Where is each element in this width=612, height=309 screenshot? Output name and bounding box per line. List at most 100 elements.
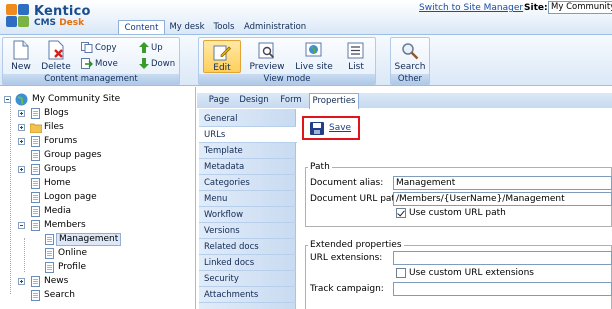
- view-mode-group: Edit Preview Live site List View mode: [198, 37, 376, 85]
- new-document-icon: [13, 40, 29, 60]
- logo-subtitle: CMS Desk: [34, 18, 85, 28]
- tab-content[interactable]: Content: [118, 20, 165, 35]
- document-icon: [45, 248, 54, 259]
- document-icon: [31, 290, 40, 301]
- delete-button-label: Delete: [41, 62, 71, 72]
- nav-categories[interactable]: Categories: [199, 175, 296, 191]
- document-icon: [31, 220, 40, 231]
- document-icon: [31, 192, 40, 203]
- expand-toggle-icon[interactable]: [18, 110, 25, 117]
- document-icon: [31, 136, 40, 147]
- tree-connector: [10, 100, 11, 294]
- document-icon: [31, 178, 40, 189]
- document-icon: [31, 150, 40, 161]
- other-group: Search Other: [390, 37, 430, 85]
- nav-general[interactable]: General: [199, 111, 296, 127]
- edit-pencil-icon: [213, 45, 231, 61]
- tree-item-label: Online: [58, 248, 88, 258]
- expand-toggle-icon[interactable]: [18, 138, 25, 145]
- save-button[interactable]: Save: [302, 116, 360, 140]
- preview-icon: [258, 42, 275, 59]
- down-button[interactable]: Down: [139, 58, 175, 70]
- tree-root-label: My Community Site: [32, 94, 121, 104]
- document-icon: [31, 206, 40, 217]
- tab-my-desk[interactable]: My desk: [168, 20, 206, 34]
- collapse-toggle-icon[interactable]: [18, 222, 25, 229]
- use-custom-url-extensions-checkbox[interactable]: [396, 268, 406, 278]
- tab-page[interactable]: Page: [205, 93, 233, 108]
- live-site-globe-icon: [305, 42, 322, 57]
- list-button[interactable]: List: [341, 40, 371, 72]
- document-icon: [31, 276, 40, 287]
- nav-security[interactable]: Security: [199, 271, 296, 287]
- other-label: Other: [391, 74, 429, 84]
- tree-item-label: News: [44, 276, 69, 286]
- edit-label: Edit: [213, 63, 231, 73]
- document-icon: [45, 234, 54, 245]
- arrow-down-icon: [139, 58, 149, 69]
- nav-workflow[interactable]: Workflow: [199, 207, 296, 223]
- edit-mode-tabs: Page Design Form Properties: [197, 93, 612, 109]
- search-button[interactable]: Search: [393, 40, 427, 72]
- arrow-up-icon: [139, 42, 149, 53]
- expand-toggle-icon[interactable]: [18, 124, 25, 131]
- tree-item-label-selected: Management: [56, 233, 122, 246]
- kentico-logo[interactable]: Kentico CMS Desk: [6, 4, 114, 30]
- track-campaign-label: Track campaign:: [310, 284, 384, 294]
- tree-item-label: Forums: [44, 136, 78, 146]
- switch-to-site-manager-link[interactable]: Switch to Site Manager: [419, 3, 523, 13]
- nav-linked-docs[interactable]: Linked docs: [199, 255, 296, 271]
- document-icon: [31, 164, 40, 175]
- content-management-group: New Delete Copy Move Up Down Content man…: [2, 37, 180, 85]
- tab-form[interactable]: Form: [277, 93, 305, 108]
- expand-toggle-icon[interactable]: [18, 278, 25, 285]
- use-custom-url-path-checkbox[interactable]: [396, 208, 406, 218]
- move-button[interactable]: Move: [81, 58, 118, 70]
- copy-button[interactable]: Copy: [81, 42, 117, 54]
- edit-button[interactable]: Edit: [203, 40, 241, 73]
- tab-design[interactable]: Design: [237, 93, 271, 108]
- tree-connector: [24, 238, 25, 272]
- new-button-label: New: [11, 62, 31, 72]
- tab-tools[interactable]: Tools: [210, 20, 238, 34]
- tree-item-label: Media: [44, 206, 72, 216]
- tab-administration[interactable]: Administration: [244, 20, 306, 34]
- expand-toggle-icon[interactable]: [18, 166, 25, 173]
- url-extensions-input[interactable]: [393, 251, 612, 265]
- nav-metadata[interactable]: Metadata: [199, 159, 296, 175]
- site-selector[interactable]: My Community: [548, 1, 612, 14]
- new-button[interactable]: New: [6, 40, 36, 72]
- collapse-toggle-icon[interactable]: [4, 96, 11, 103]
- up-label: Up: [151, 43, 163, 53]
- up-button[interactable]: Up: [139, 42, 163, 54]
- nav-attachments[interactable]: Attachments: [199, 287, 296, 303]
- nav-versions[interactable]: Versions: [199, 223, 296, 239]
- down-label: Down: [151, 59, 176, 69]
- tree-item-label: Members: [44, 220, 86, 230]
- nav-related-docs[interactable]: Related docs: [199, 239, 296, 255]
- tree-item-label: Groups: [44, 164, 77, 174]
- document-alias-input[interactable]: Management: [393, 176, 612, 190]
- ribbon-toolbar: New Delete Copy Move Up Down Content man…: [0, 34, 612, 86]
- list-label: List: [348, 62, 364, 72]
- nav-template[interactable]: Template: [199, 143, 296, 159]
- tree-item-label: Profile: [58, 262, 86, 272]
- folder-icon: [30, 123, 42, 133]
- preview-button[interactable]: Preview: [249, 40, 285, 72]
- move-label: Move: [95, 59, 118, 69]
- live-site-button[interactable]: Live site: [293, 40, 335, 72]
- document-url-path-input[interactable]: /Members/{UserName}/Management: [393, 192, 612, 206]
- nav-menu[interactable]: Menu: [199, 191, 296, 207]
- document-alias-label: Document alias:: [310, 178, 384, 188]
- tree-item-label: Logon page: [44, 192, 97, 202]
- track-campaign-input[interactable]: [393, 282, 612, 296]
- extended-properties-legend: Extended properties: [308, 240, 404, 250]
- kentico-logo-icon: [6, 4, 30, 28]
- view-mode-label: View mode: [199, 74, 375, 84]
- tab-properties[interactable]: Properties: [309, 93, 359, 109]
- delete-button[interactable]: Delete: [39, 40, 73, 72]
- logo-name: Kentico: [34, 4, 91, 19]
- preview-label: Preview: [249, 62, 285, 72]
- tree-item-label: Blogs: [44, 108, 69, 118]
- nav-urls[interactable]: URLs: [199, 127, 297, 143]
